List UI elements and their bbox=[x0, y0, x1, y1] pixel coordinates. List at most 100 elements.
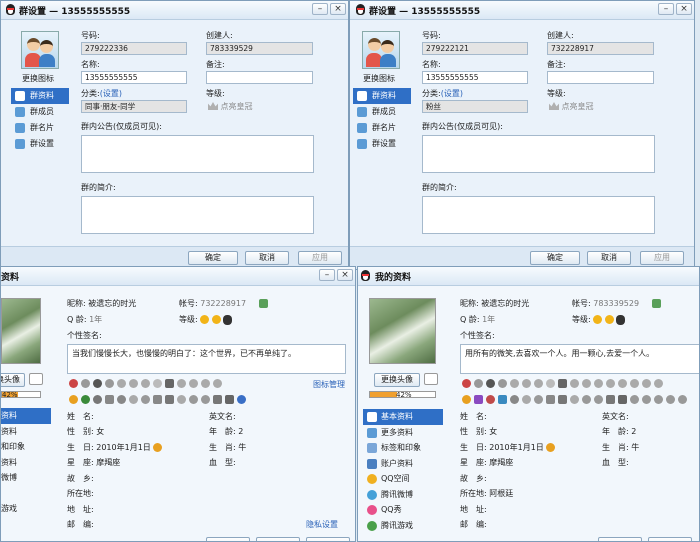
music-icon[interactable] bbox=[558, 379, 567, 388]
vip-icon[interactable] bbox=[93, 379, 102, 388]
app-icon[interactable] bbox=[177, 395, 186, 404]
nav-group-settings[interactable]: 群设置 bbox=[11, 136, 69, 152]
nav-tags[interactable]: 标签和印象 bbox=[363, 440, 443, 456]
diamond-icon[interactable] bbox=[582, 379, 591, 388]
nav-group-members[interactable]: 群成员 bbox=[11, 104, 69, 120]
app-icon[interactable] bbox=[678, 395, 687, 404]
diamond-icon[interactable] bbox=[618, 379, 627, 388]
title-bar[interactable]: 群设置 — 13555555555 – × bbox=[1, 1, 348, 20]
gem-icon[interactable] bbox=[141, 379, 150, 388]
nav-basic-info[interactable]: 基本资料 bbox=[363, 409, 443, 425]
phone-icon[interactable] bbox=[618, 395, 627, 404]
note-input[interactable] bbox=[547, 71, 654, 84]
diamond-icon[interactable] bbox=[522, 379, 531, 388]
nav-more-info[interactable]: 更多资料 bbox=[363, 425, 443, 441]
app-icon[interactable] bbox=[630, 395, 639, 404]
game-icon[interactable] bbox=[93, 395, 102, 404]
title-bar[interactable]: 我的资料 bbox=[358, 267, 699, 286]
intro-textarea[interactable] bbox=[422, 196, 655, 234]
title-bar[interactable]: 资料 – × bbox=[1, 267, 355, 286]
diamond-icon[interactable] bbox=[642, 379, 651, 388]
nav-group-settings[interactable]: 群设置 bbox=[353, 136, 411, 152]
nav-group-info[interactable]: 群资料 bbox=[11, 88, 69, 104]
change-avatar-button[interactable]: 换头像 bbox=[1, 373, 25, 387]
diamond-icon[interactable] bbox=[594, 379, 603, 388]
ok-button[interactable]: 确定 bbox=[188, 251, 238, 265]
lock-icon[interactable] bbox=[105, 379, 114, 388]
pet-icon[interactable] bbox=[486, 395, 495, 404]
nav-group-card[interactable]: 群名片 bbox=[353, 120, 411, 136]
calendar-icon[interactable] bbox=[546, 395, 555, 404]
app-icon[interactable] bbox=[594, 395, 603, 404]
nav-basic-info[interactable]: 资料 bbox=[1, 408, 51, 424]
music-icon[interactable] bbox=[117, 395, 126, 404]
change-icon-link[interactable]: 更换图标 bbox=[22, 73, 54, 84]
announce-textarea[interactable] bbox=[81, 135, 314, 173]
close-button[interactable]: × bbox=[330, 3, 346, 15]
video-icon[interactable] bbox=[165, 395, 174, 404]
chat-icon[interactable] bbox=[534, 395, 543, 404]
minimize-button[interactable]: – bbox=[319, 269, 335, 281]
pet-icon[interactable] bbox=[81, 395, 90, 404]
bottom-button[interactable] bbox=[256, 537, 300, 541]
app-icon[interactable] bbox=[201, 395, 210, 404]
light-crown[interactable]: 点亮皇冠 bbox=[208, 101, 253, 112]
minimize-button[interactable]: – bbox=[658, 3, 674, 15]
app-icon[interactable] bbox=[666, 395, 675, 404]
note-input[interactable] bbox=[206, 71, 313, 84]
diamond-icon[interactable] bbox=[129, 379, 138, 388]
nav-more-info[interactable]: 资料 bbox=[1, 424, 51, 440]
signature-textarea[interactable]: 当我们慢慢长大，也慢慢的明白了：这个世界，已不再单纯了。 bbox=[67, 344, 346, 374]
qzone-icon[interactable] bbox=[462, 395, 471, 404]
app-icon[interactable] bbox=[189, 395, 198, 404]
mail-icon[interactable] bbox=[105, 395, 114, 404]
camera-icon[interactable] bbox=[606, 395, 615, 404]
bottom-button[interactable] bbox=[306, 537, 350, 541]
heart-icon[interactable] bbox=[462, 379, 471, 388]
camera-button[interactable] bbox=[29, 373, 43, 385]
card-icon[interactable] bbox=[259, 299, 268, 308]
icon-manage-link[interactable]: 图标管理 bbox=[313, 379, 345, 390]
title-bar[interactable]: 群设置 — 13555555555 – × bbox=[350, 1, 694, 20]
phone-icon[interactable] bbox=[225, 395, 234, 404]
music-icon[interactable] bbox=[165, 379, 174, 388]
nav-account[interactable]: 资料 bbox=[1, 455, 51, 471]
chat-icon[interactable] bbox=[141, 395, 150, 404]
close-button[interactable]: × bbox=[676, 3, 692, 15]
profile-photo[interactable] bbox=[1, 298, 41, 364]
diamond-icon[interactable] bbox=[201, 379, 210, 388]
diamond-icon[interactable] bbox=[177, 379, 186, 388]
minimize-button[interactable]: – bbox=[312, 3, 328, 15]
star-icon[interactable] bbox=[546, 379, 555, 388]
ok-button[interactable]: 确定 bbox=[530, 251, 580, 265]
camera-icon[interactable] bbox=[213, 395, 222, 404]
nav-qqshow[interactable] bbox=[1, 486, 51, 502]
nav-qqshow[interactable]: QQ秀 bbox=[363, 502, 443, 518]
cancel-button[interactable]: 取消 bbox=[245, 251, 289, 265]
app-icon[interactable] bbox=[642, 395, 651, 404]
name-input[interactable]: 13555555555 bbox=[81, 71, 187, 84]
bottom-button[interactable] bbox=[598, 537, 642, 541]
vip-icon[interactable] bbox=[486, 379, 495, 388]
nav-group-card[interactable]: 群名片 bbox=[11, 120, 69, 136]
nav-games[interactable]: 游戏 bbox=[1, 501, 51, 517]
mail-icon[interactable] bbox=[498, 395, 507, 404]
nav-weibo[interactable]: 微博 bbox=[1, 470, 51, 486]
search-icon[interactable] bbox=[522, 395, 531, 404]
announce-textarea[interactable] bbox=[422, 135, 655, 173]
gem-icon[interactable] bbox=[534, 379, 543, 388]
nav-group-info[interactable]: 群资料 bbox=[353, 88, 411, 104]
diamond-icon[interactable] bbox=[213, 379, 222, 388]
search-icon[interactable] bbox=[129, 395, 138, 404]
diamond-icon[interactable] bbox=[630, 379, 639, 388]
bottom-button[interactable] bbox=[206, 537, 250, 541]
photo-icon[interactable] bbox=[474, 395, 483, 404]
nav-qzone[interactable]: QQ空间 bbox=[363, 471, 443, 487]
app-icon[interactable] bbox=[654, 395, 663, 404]
close-button[interactable]: × bbox=[337, 269, 353, 281]
nav-group-members[interactable]: 群成员 bbox=[353, 104, 411, 120]
app-icon[interactable] bbox=[582, 395, 591, 404]
star-icon[interactable] bbox=[153, 379, 162, 388]
nav-account[interactable]: 账户资料 bbox=[363, 456, 443, 472]
diamond-icon[interactable] bbox=[654, 379, 663, 388]
